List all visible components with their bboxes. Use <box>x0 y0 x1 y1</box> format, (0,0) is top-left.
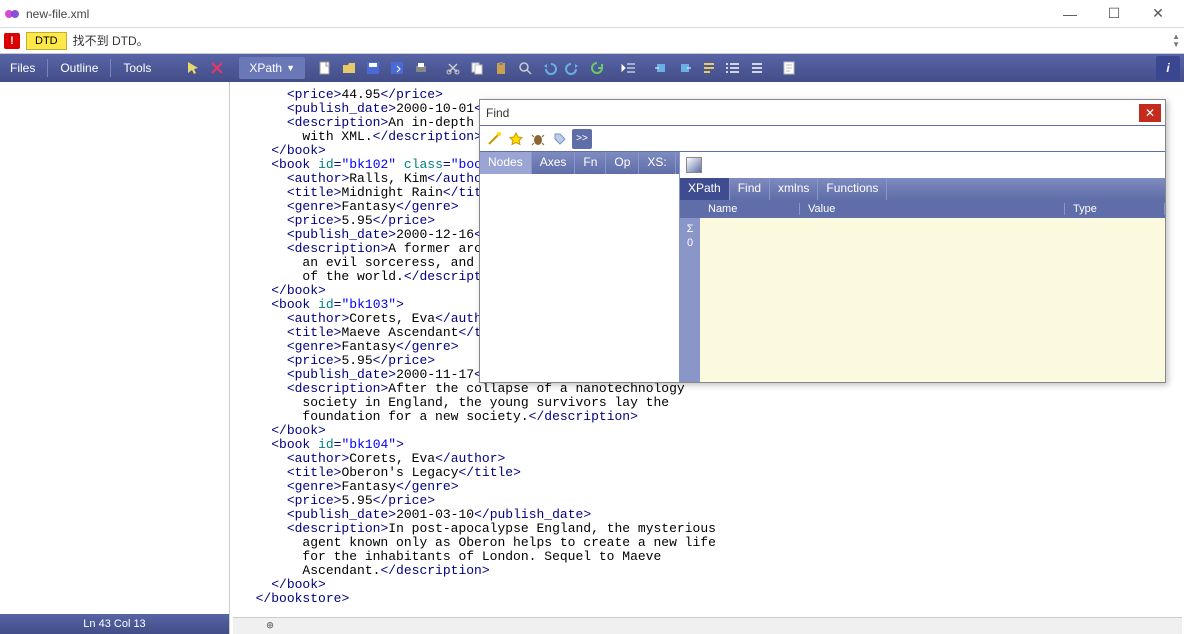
find-checkbox-icon[interactable] <box>686 157 702 173</box>
col-value: Value <box>800 203 1065 215</box>
find-toolbar: >> <box>480 126 1165 152</box>
new-file-icon[interactable] <box>314 57 336 79</box>
left-panel: Ln 43 Col 13 <box>0 82 230 634</box>
message-text: 找不到 DTD。 <box>73 32 1168 49</box>
find-left-tab-xs:[interactable]: XS: <box>639 152 675 174</box>
message-bar: ! DTD 找不到 DTD。 ▲▼ <box>0 28 1184 54</box>
save-as-icon[interactable] <box>386 57 408 79</box>
error-icon: ! <box>4 33 20 49</box>
find-right-tab-functions[interactable]: Functions <box>818 178 887 200</box>
undo-icon[interactable] <box>538 57 560 79</box>
xpath-button[interactable]: XPath▼ <box>239 57 305 79</box>
copy-icon[interactable] <box>466 57 488 79</box>
find-close-button[interactable]: ✕ <box>1139 104 1161 122</box>
list-icon[interactable] <box>722 57 744 79</box>
doc-icon[interactable] <box>778 57 800 79</box>
redo-icon[interactable] <box>562 57 584 79</box>
save-icon[interactable] <box>362 57 384 79</box>
tool-a-icon[interactable] <box>650 57 672 79</box>
wand-icon[interactable] <box>484 129 504 149</box>
minimize-button[interactable]: — <box>1048 0 1092 28</box>
main-toolbar: Files Outline Tools XPath▼ i <box>0 54 1184 82</box>
cursor-position: Ln 43 Col 13 <box>83 618 145 630</box>
col-type: Type <box>1065 203 1165 215</box>
tool-b-icon[interactable] <box>674 57 696 79</box>
menu-tools[interactable]: Tools <box>113 55 161 81</box>
cut-icon[interactable] <box>442 57 464 79</box>
refresh-icon[interactable] <box>586 57 608 79</box>
expand-button[interactable]: >> <box>572 129 592 149</box>
menu-files[interactable]: Files <box>0 55 45 81</box>
col-name: Name <box>700 203 800 215</box>
find-left-tab-axes[interactable]: Axes <box>532 152 576 174</box>
find-panel: Find ✕ >> NodesAxesFnOpXS: XPathFindxmln… <box>479 99 1166 383</box>
dtd-button[interactable]: DTD <box>26 32 67 50</box>
open-folder-icon[interactable] <box>338 57 360 79</box>
find-table-header: Name Value Type <box>680 200 1165 218</box>
paste-icon[interactable] <box>490 57 512 79</box>
maximize-button[interactable]: ☐ <box>1092 0 1136 28</box>
find-right-tab-xmlns[interactable]: xmlns <box>770 178 818 200</box>
find-left-tab-nodes[interactable]: Nodes <box>480 152 532 174</box>
bug-icon[interactable] <box>528 129 548 149</box>
find-gutter: Σ 0 <box>680 218 700 382</box>
message-scroll[interactable]: ▲▼ <box>1172 33 1180 49</box>
find-right-tab-find[interactable]: Find <box>730 178 770 200</box>
horizontal-scrollbar[interactable]: ⊕ <box>233 617 1182 634</box>
list2-icon[interactable] <box>746 57 768 79</box>
search-icon[interactable] <box>514 57 536 79</box>
window-title: new-file.xml <box>26 7 1048 21</box>
status-bar: Ln 43 Col 13 <box>0 614 229 634</box>
indent-left-icon[interactable] <box>618 57 640 79</box>
find-right-tab-xpath[interactable]: XPath <box>680 178 730 200</box>
title-bar: new-file.xml — ☐ ✕ <box>0 0 1184 28</box>
menu-outline[interactable]: Outline <box>50 55 108 81</box>
close-button[interactable]: ✕ <box>1136 0 1180 28</box>
find-right-tabs: XPathFindxmlnsFunctions <box>680 178 1165 200</box>
find-left-tab-fn[interactable]: Fn <box>575 152 606 174</box>
print-icon[interactable] <box>410 57 432 79</box>
find-left-tab-op[interactable]: Op <box>606 152 639 174</box>
pointer-icon[interactable] <box>182 57 204 79</box>
star-icon[interactable] <box>506 129 526 149</box>
find-left-tabs: NodesAxesFnOpXS: <box>480 152 679 174</box>
app-icon <box>4 6 20 22</box>
delete-icon[interactable] <box>206 57 228 79</box>
tool-c-icon[interactable] <box>698 57 720 79</box>
find-left-panel: NodesAxesFnOpXS: <box>480 152 680 382</box>
info-button[interactable]: i <box>1156 56 1180 80</box>
find-title: Find <box>486 106 1139 120</box>
tag-icon[interactable] <box>550 129 570 149</box>
find-table-body: Σ 0 <box>680 218 1165 382</box>
